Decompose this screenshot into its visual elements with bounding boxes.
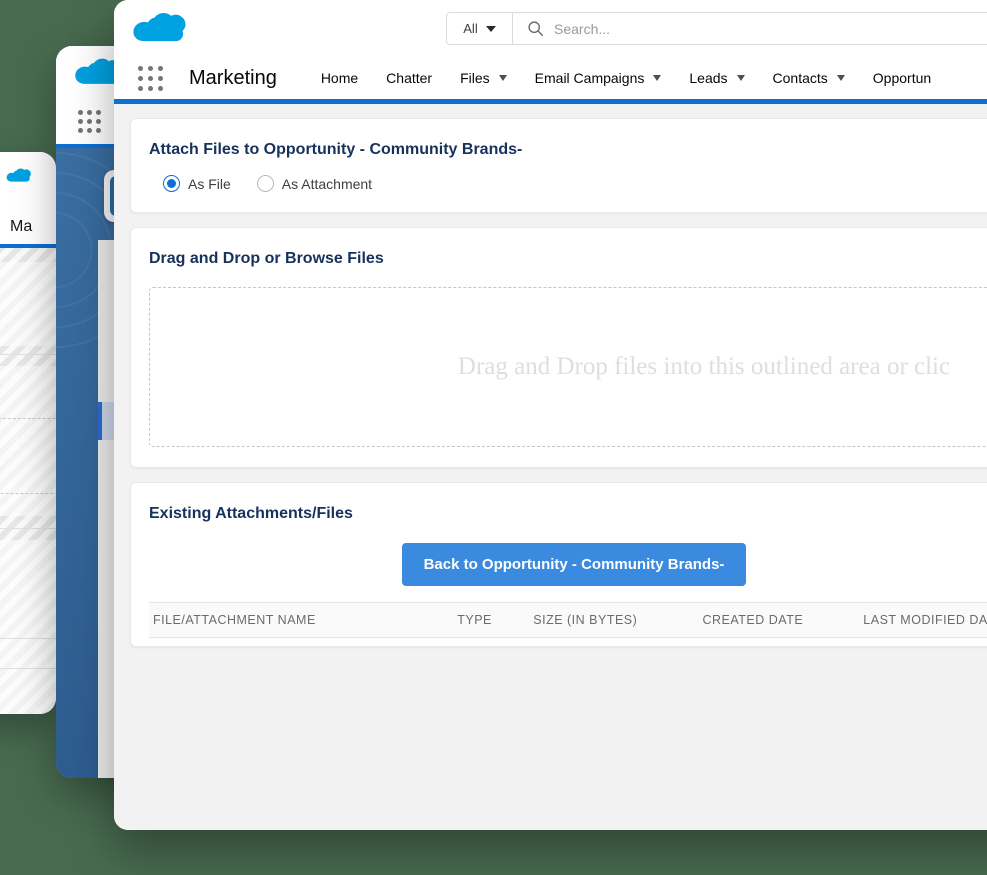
nav-item-contacts[interactable]: Contacts [759, 70, 859, 86]
attach-mode-radio-group: As File As Attachment [149, 175, 987, 193]
radio-as-attachment-label[interactable]: As Attachment [282, 176, 372, 192]
file-dropzone[interactable]: Drag and Drop files into this outlined a… [149, 286, 987, 447]
radio-as-file-label[interactable]: As File [188, 176, 231, 192]
layer3-app-name: Ma [0, 210, 56, 244]
app-launcher-waffle-icon[interactable] [138, 65, 163, 91]
layer3-app-label: Ma [10, 218, 33, 235]
nav-item-label: Contacts [772, 70, 828, 86]
dropzone-card: Drag and Drop or Browse Files Drag and D… [130, 227, 987, 468]
salesforce-cloud-icon [6, 168, 31, 182]
radio-as-attachment[interactable] [256, 175, 274, 193]
layer3-card-attach [0, 262, 56, 346]
app-launcher-waffle-icon [78, 109, 101, 133]
nav-item-home[interactable]: Home [307, 70, 372, 86]
chevron-down-icon[interactable] [653, 75, 662, 81]
chevron-down-icon[interactable] [836, 75, 845, 81]
nav-item-label: Email Campaigns [534, 70, 645, 86]
layer3-content: tach Fi As Fil rag and isting LE/ATTA [0, 248, 56, 714]
attachments-table: FILE/ATTACHMENT NAME TYPE SIZE (IN BYTES… [149, 602, 987, 639]
back-to-opportunity-button[interactable]: Back to Opportunity - Community Brands- [401, 543, 747, 587]
salesforce-main-window: All Marketing Home Chatter Files Email C… [114, 0, 987, 830]
nav-item-opportunities[interactable]: Opportun [859, 70, 945, 86]
search-scope-selector[interactable]: All [447, 13, 513, 44]
attachments-table-header-row: FILE/ATTACHMENT NAME TYPE SIZE (IN BYTES… [149, 602, 987, 639]
nav-item-files[interactable]: Files [446, 70, 521, 86]
search-icon [528, 21, 544, 37]
search-scope-label: All [463, 21, 478, 36]
search-input[interactable] [554, 20, 987, 37]
col-created-date[interactable]: CREATED DATE [698, 602, 860, 639]
nav-item-label: Opportun [872, 70, 932, 86]
layer3-card-existing [0, 540, 56, 714]
layer3-dropzone-outline [0, 418, 56, 494]
dropzone-title: Drag and Drop or Browse Files [149, 250, 384, 268]
nav-item-label: Chatter [386, 70, 433, 86]
radio-as-file[interactable] [163, 175, 180, 193]
page-content: Attach Files to Opportunity - Community … [114, 104, 987, 830]
nav-item-label: Leads [689, 70, 728, 86]
background-window-layer-3: Ma tach Fi As Fil rag and isting LE/ATTA [0, 152, 56, 714]
nav-item-email-campaigns[interactable]: Email Campaigns [521, 70, 676, 86]
col-last-modified-date[interactable]: LAST MODIFIED DAT [859, 602, 987, 639]
col-file-attachment-name[interactable]: FILE/ATTACHMENT NAME [149, 602, 454, 639]
global-header: All [114, 0, 987, 57]
nav-item-label: Home [320, 70, 359, 86]
nav-item-label: Files [460, 70, 490, 86]
col-size-in-bytes[interactable]: SIZE (IN BYTES) [529, 602, 699, 639]
app-navigation-bar: Marketing Home Chatter Files Email Campa… [114, 57, 987, 99]
nav-item-leads[interactable]: Leads [675, 70, 758, 86]
attach-files-title: Attach Files to Opportunity - Community … [149, 141, 523, 158]
app-name-label: Marketing [189, 66, 277, 89]
existing-attachments-card: Existing Attachments/Files Back to Oppor… [130, 481, 987, 648]
salesforce-cloud-icon[interactable] [132, 12, 188, 46]
existing-attachments-title: Existing Attachments/Files [149, 504, 353, 522]
chevron-down-icon[interactable] [736, 75, 745, 81]
chevron-down-icon [485, 25, 496, 32]
col-type[interactable]: TYPE [453, 602, 530, 639]
chevron-down-icon[interactable] [498, 75, 507, 81]
dropzone-placeholder: Drag and Drop files into this outlined a… [457, 352, 951, 380]
layer3-topbar [0, 152, 56, 210]
nav-item-chatter[interactable]: Chatter [372, 70, 446, 86]
attach-files-card: Attach Files to Opportunity - Community … [130, 118, 987, 214]
back-button-row: Back to Opportunity - Community Brands- [149, 543, 987, 587]
global-search-bar[interactable]: All [446, 12, 987, 45]
